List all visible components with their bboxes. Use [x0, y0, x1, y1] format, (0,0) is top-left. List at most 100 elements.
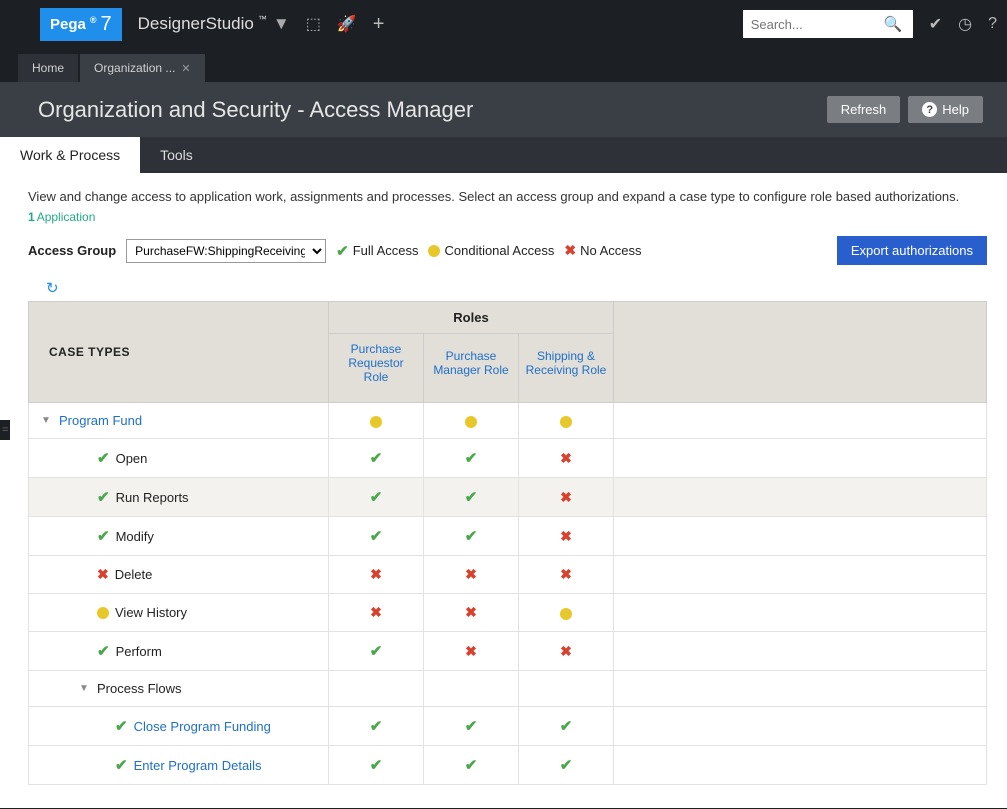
access-cell[interactable] [519, 403, 614, 439]
access-cell[interactable]: ✖ [424, 556, 519, 594]
role-col-1[interactable]: Purchase Manager Role [424, 334, 519, 403]
role-col-0[interactable]: Purchase Requestor Role [329, 334, 424, 403]
check-icon[interactable]: ✔ [465, 489, 478, 506]
help-button[interactable]: ? Help [908, 96, 983, 123]
close-icon[interactable]: ✕ [181, 62, 190, 75]
access-cell[interactable]: ✖ [329, 594, 424, 632]
export-button[interactable]: Export authorizations [837, 236, 987, 265]
dot-icon[interactable] [97, 607, 109, 619]
side-handle[interactable]: = [0, 420, 10, 440]
app-count: 1 [28, 210, 35, 224]
access-cell[interactable]: ✔ [424, 707, 519, 746]
row-label[interactable]: Program Fund [59, 413, 142, 428]
check-icon[interactable]: ✔ [465, 528, 478, 545]
access-cell[interactable]: ✖ [519, 439, 614, 478]
logo-num: 7 [101, 13, 112, 36]
access-cell[interactable] [424, 403, 519, 439]
access-cell[interactable]: ✖ [329, 556, 424, 594]
x-icon[interactable]: ✖ [370, 566, 382, 582]
access-cell[interactable]: ✔ [329, 478, 424, 517]
dot-icon[interactable] [370, 416, 382, 428]
x-icon[interactable]: ✖ [560, 450, 572, 466]
dot-icon[interactable] [560, 416, 572, 428]
access-cell[interactable]: ✖ [519, 632, 614, 671]
refresh-small-icon[interactable]: ↻ [46, 279, 59, 297]
x-icon[interactable]: ✖ [560, 566, 572, 582]
check-icon[interactable]: ✔ [465, 718, 478, 735]
access-cell[interactable] [519, 671, 614, 707]
x-icon[interactable]: ✖ [560, 489, 572, 505]
application-link[interactable]: 1Application [28, 210, 987, 224]
access-cell[interactable]: ✔ [424, 478, 519, 517]
x-icon[interactable]: ✖ [560, 528, 572, 544]
access-cell[interactable]: ✖ [519, 478, 614, 517]
row-label[interactable]: Close Program Funding [134, 719, 271, 734]
check-icon[interactable]: ✔ [370, 757, 383, 774]
check-icon[interactable]: ✔ [97, 642, 110, 660]
plus-icon[interactable]: + [373, 13, 385, 36]
help-icon[interactable]: ? [988, 15, 997, 33]
caret-down-icon[interactable]: ▼ [79, 683, 91, 694]
access-cell[interactable]: ✔ [329, 707, 424, 746]
check-icon[interactable]: ✔ [97, 527, 110, 545]
x-icon[interactable]: ✖ [465, 604, 477, 620]
x-icon[interactable]: ✖ [370, 604, 382, 620]
check-icon[interactable]: ✔ [560, 757, 573, 774]
check-icon[interactable]: ✔ [560, 718, 573, 735]
rocket-icon[interactable]: 🚀 [337, 14, 357, 34]
x-icon[interactable]: ✖ [465, 566, 477, 582]
check-icon[interactable]: ✔ [97, 488, 110, 506]
access-cell[interactable]: ✔ [329, 439, 424, 478]
access-cell[interactable]: ✔ [424, 517, 519, 556]
search-input[interactable] [743, 17, 878, 32]
table-row: ✔Perform✔✖✖ [29, 632, 987, 671]
row-label[interactable]: Enter Program Details [134, 758, 262, 773]
check-icon[interactable]: ✔ [115, 756, 128, 774]
access-cell[interactable]: ✔ [424, 439, 519, 478]
brand[interactable]: DesignerStudio™ ▼ [138, 14, 290, 34]
access-cell[interactable]: ✔ [329, 517, 424, 556]
legend-full: ✔Full Access [336, 242, 418, 260]
caret-down-icon[interactable]: ▼ [41, 415, 53, 426]
dot-icon[interactable] [465, 416, 477, 428]
access-cell[interactable]: ✖ [519, 517, 614, 556]
check-icon[interactable]: ✔ [115, 717, 128, 735]
brand-tm: ™ [258, 14, 267, 24]
access-cell[interactable]: ✔ [519, 707, 614, 746]
access-cell[interactable] [424, 671, 519, 707]
access-cell[interactable]: ✖ [519, 556, 614, 594]
role-col-2[interactable]: Shipping & Receiving Role [519, 334, 614, 403]
x-icon[interactable]: ✖ [465, 643, 477, 659]
x-icon[interactable]: ✖ [97, 566, 109, 583]
access-cell[interactable]: ✖ [424, 632, 519, 671]
refresh-button[interactable]: Refresh [827, 96, 901, 123]
clock-icon[interactable]: ◷ [958, 14, 972, 34]
tab-tools[interactable]: Tools [140, 137, 213, 173]
access-cell[interactable]: ✔ [329, 746, 424, 785]
doc-tab-home[interactable]: Home [18, 54, 78, 82]
page-title: Organization and Security - Access Manag… [38, 97, 819, 123]
search-icon[interactable]: 🔍 [878, 15, 909, 33]
x-icon[interactable]: ✖ [560, 643, 572, 659]
access-cell[interactable]: ✔ [519, 746, 614, 785]
access-group-select[interactable]: PurchaseFW:ShippingReceiving [126, 239, 326, 263]
access-cell[interactable]: ✔ [424, 746, 519, 785]
check-icon[interactable]: ✔ [929, 14, 942, 34]
check-icon[interactable]: ✔ [370, 450, 383, 467]
check-icon[interactable]: ✔ [465, 450, 478, 467]
access-cell[interactable] [329, 403, 424, 439]
dot-icon[interactable] [560, 608, 572, 620]
check-icon[interactable]: ✔ [465, 757, 478, 774]
cube-icon[interactable]: ⬚ [306, 14, 321, 34]
check-icon[interactable]: ✔ [97, 449, 110, 467]
check-icon[interactable]: ✔ [370, 718, 383, 735]
check-icon[interactable]: ✔ [370, 489, 383, 506]
access-cell[interactable] [519, 594, 614, 632]
tab-work-process[interactable]: Work & Process [0, 137, 140, 173]
check-icon[interactable]: ✔ [370, 643, 383, 660]
access-cell[interactable]: ✖ [424, 594, 519, 632]
doc-tab-organization[interactable]: Organization ... ✕ [80, 54, 205, 82]
check-icon[interactable]: ✔ [370, 528, 383, 545]
access-cell[interactable]: ✔ [329, 632, 424, 671]
access-cell[interactable] [329, 671, 424, 707]
